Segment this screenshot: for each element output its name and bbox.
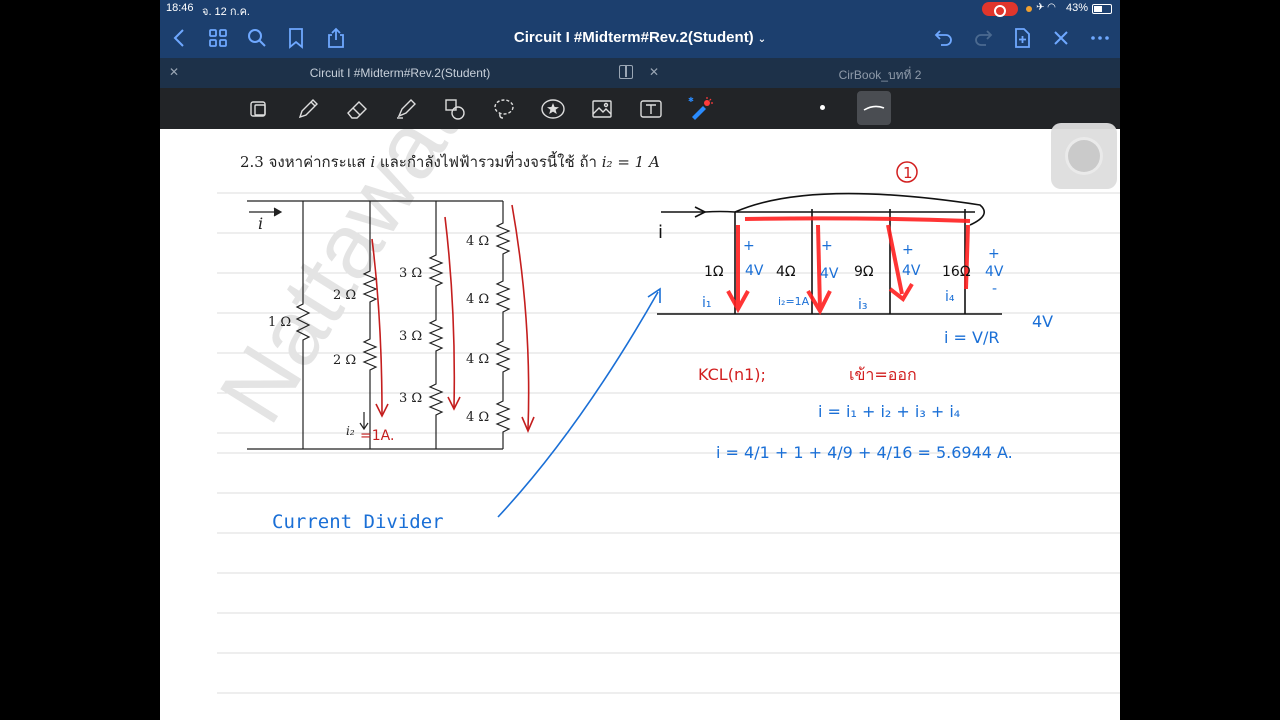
current-2: i₂=1A — [778, 295, 810, 308]
pen-icon[interactable] — [295, 96, 321, 122]
stroke-dot-icon[interactable] — [820, 105, 825, 110]
simplified-current-label: i — [658, 222, 663, 243]
resistor-label-2a: 2 Ω — [333, 288, 356, 303]
airplane-headphone-icon: ✈ ◠ — [1036, 2, 1056, 13]
thin-line-icon — [863, 105, 885, 111]
branch-current-annotation: =1A. — [360, 428, 394, 444]
resistor-label-4d: 4 Ω — [466, 410, 489, 425]
current-3: i₃ — [858, 297, 868, 313]
laser-pointer-icon[interactable]: ✱ — [687, 96, 713, 122]
plus-2: + — [821, 238, 833, 254]
eraser-icon[interactable] — [344, 96, 370, 122]
input-current-label: i — [258, 214, 263, 233]
plus-1: + — [743, 238, 755, 254]
tab-label: Circuit I #Midterm#Rev.2(Student) — [309, 66, 491, 80]
current-4: i₄ — [945, 289, 955, 305]
read-mode-icon[interactable] — [246, 96, 272, 122]
chevron-down-icon: ⌄ — [757, 34, 767, 45]
question-body: จงหาค่ากระแส — [268, 153, 366, 171]
ohm-law-note: i = V/R 4V — [944, 312, 1053, 347]
question-body-2: และกำลังไฟฟ้ารวมที่วงจรนี้ใช้ ถ้า — [379, 153, 597, 171]
node-label: 1 — [903, 164, 913, 182]
kcl-equation: i = i₁ + i₂ + i₃ + i₄ — [818, 402, 960, 421]
status-bar: 18:46 จ. 12 ก.ค. ✈ ◠ 43% — [160, 0, 1120, 18]
question-number: 2.3 — [240, 153, 264, 171]
voltage-3: 4V — [902, 263, 921, 279]
kcl-note: เข้า=ออก — [849, 365, 917, 384]
shapes-icon[interactable] — [442, 96, 468, 122]
tool-bar: ✱ — [160, 88, 1120, 129]
voltage-4: 4V — [985, 264, 1004, 280]
ohm-formula: i = V/R — [944, 328, 999, 347]
page-canvas: Nattawat i 1 Ω 2 Ω 2 Ω 3 Ω 3 Ω 3 Ω 4 Ω 4… — [200, 129, 1120, 694]
svg-text:✱: ✱ — [688, 96, 694, 104]
kcl-label: KCL(n1); — [698, 365, 766, 384]
plus-3: + — [902, 242, 914, 258]
voltage-2: 4V — [820, 266, 839, 282]
branch-current-label: i₂ — [346, 424, 355, 438]
question-condition: i₂ = 1 A — [601, 153, 660, 171]
nav-bar: Circuit I #Midterm#Rev.2(Student) ⌄ — [160, 18, 1120, 58]
undo-icon[interactable] — [932, 26, 956, 50]
lasso-icon[interactable] — [491, 96, 517, 122]
current-1: i₁ — [702, 295, 712, 311]
resistor-label-3c: 3 Ω — [399, 391, 422, 406]
tab-bar: ✕ Circuit I #Midterm#Rev.2(Student) ✕ Ci… — [160, 58, 1120, 88]
red-current-arrows — [726, 216, 971, 316]
back-icon[interactable] — [168, 26, 192, 50]
resistor-label-4b: 4 Ω — [466, 292, 489, 307]
mic-indicator-icon — [1026, 6, 1032, 12]
final-equation: i = 4/1 + 1 + 4/9 + 4/16 = 5.6944 A. — [716, 443, 1013, 462]
resistor-label-4a: 4 Ω — [466, 234, 489, 249]
battery-icon — [1092, 4, 1112, 14]
pointer-arrow — [497, 287, 661, 518]
search-icon[interactable] — [245, 26, 269, 50]
resistor-label-4c: 4 Ω — [466, 352, 489, 367]
plus-4: + — [988, 246, 1000, 262]
grid-icon[interactable] — [206, 26, 230, 50]
share-icon[interactable] — [324, 26, 348, 50]
redo-icon[interactable] — [971, 26, 995, 50]
stroke-selector[interactable] — [857, 91, 891, 125]
resistor-label-1: 1 Ω — [268, 315, 291, 330]
method-label: Current Divider — [272, 511, 444, 533]
close-icon[interactable] — [1049, 26, 1073, 50]
resistor-label-2b: 2 Ω — [333, 353, 356, 368]
battery-percent: 43% — [1066, 2, 1089, 14]
minus-4: - — [992, 281, 997, 297]
assistive-touch-button[interactable] — [1051, 123, 1117, 189]
resistor-label-3b: 3 Ω — [399, 329, 422, 344]
hw-resistor-1: 1Ω — [704, 264, 724, 280]
voltage-1: 4V — [745, 263, 764, 279]
tab-circuit-midterm[interactable]: ✕ Circuit I #Midterm#Rev.2(Student) — [160, 58, 640, 88]
bookmark-icon[interactable] — [284, 26, 308, 50]
add-page-icon[interactable] — [1010, 26, 1034, 50]
highlighter-icon[interactable] — [393, 96, 419, 122]
tab-cirbook[interactable]: ✕ CirBook_บทที่ 2 — [640, 58, 1120, 88]
resistor-label-3a: 3 Ω — [399, 266, 422, 281]
split-view-icon[interactable] — [619, 65, 633, 79]
ipad-screen: 18:46 จ. 12 ก.ค. ✈ ◠ 43% Circuit I #Midt… — [160, 0, 1120, 720]
text-icon[interactable] — [638, 96, 664, 122]
image-icon[interactable] — [589, 96, 615, 122]
hw-resistor-4: 16Ω — [942, 264, 971, 280]
question-variable: i — [370, 153, 376, 171]
tab-label: CirBook_บทที่ 2 — [838, 68, 922, 82]
hw-resistor-3: 9Ω — [854, 264, 874, 280]
hw-resistor-2: 4Ω — [776, 264, 796, 280]
more-icon[interactable] — [1088, 26, 1112, 50]
status-time: 18:46 — [166, 2, 194, 14]
v-value: 4V — [1032, 312, 1053, 331]
sticker-icon[interactable] — [540, 96, 566, 122]
note-page[interactable]: Nattawat i 1 Ω 2 Ω 2 Ω 3 Ω 3 Ω 3 Ω 4 Ω 4… — [160, 129, 1120, 720]
question-text: 2.3 จงหาค่ากระแส i และกำลังไฟฟ้ารวมที่วง… — [240, 150, 660, 174]
screen-record-icon[interactable] — [982, 2, 1018, 17]
